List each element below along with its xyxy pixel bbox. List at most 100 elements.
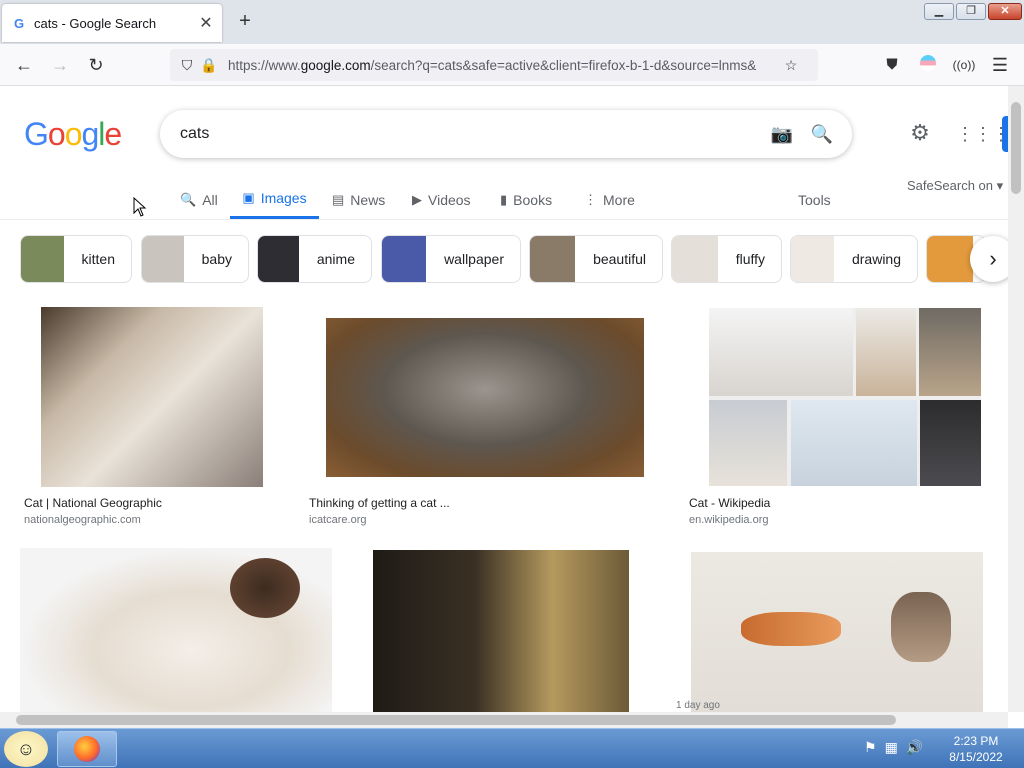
result-image[interactable] — [373, 550, 629, 712]
search-input[interactable]: cats — [180, 125, 762, 143]
url-path: /search?q=cats&safe=active&client=firefo… — [370, 57, 757, 73]
camera-icon[interactable]: 📷 — [762, 124, 802, 145]
action-center-flag-icon[interactable]: ⚑ — [864, 739, 877, 756]
result-image[interactable] — [326, 318, 644, 477]
result-image[interactable] — [20, 548, 332, 712]
apps-grid-icon[interactable]: ⋮⋮⋮ — [956, 120, 1008, 148]
firefox-window: G cats - Google Search ✕ + ▁ ❐ ✕ ← → ↻ ⛉… — [0, 0, 1024, 728]
tab-more[interactable]: ⋮ More — [584, 180, 635, 219]
image-result[interactable]: Cat | National Geographic nationalgeogra… — [20, 306, 286, 528]
image-result[interactable]: Cat - Wikipedia en.wikipedia.org — [685, 306, 1005, 528]
chip-beautiful[interactable]: beautiful — [529, 235, 663, 283]
logo-letter: e — [104, 116, 122, 152]
chip-label: baby — [201, 251, 232, 267]
safesearch-toggle[interactable]: SafeSearch on ▾ — [907, 178, 1003, 194]
image-result[interactable]: 1 day ago — [670, 548, 1004, 712]
chip-drawing[interactable]: drawing — [790, 235, 918, 283]
tab-label: More — [603, 191, 635, 208]
firefox-icon — [74, 736, 100, 762]
pocket-icon[interactable]: ⛊ — [880, 53, 904, 77]
result-source[interactable]: nationalgeographic.com — [24, 514, 141, 526]
tab-label: News — [350, 191, 386, 208]
result-title[interactable]: Thinking of getting a cat ... — [309, 496, 450, 510]
clock-date: 8/15/2022 — [949, 750, 1003, 764]
clock[interactable]: 2:23 PM 8/15/2022 — [936, 733, 1016, 765]
google-logo[interactable]: Google — [24, 116, 122, 153]
menu-icon[interactable]: ☰ — [988, 53, 1012, 77]
mouse-cursor-icon — [133, 197, 147, 217]
chip-kitten[interactable]: kitten — [20, 235, 132, 283]
horizontal-scrollbar[interactable] — [0, 712, 1008, 728]
chip-anime[interactable]: anime — [257, 235, 372, 283]
network-icon[interactable]: ▦ — [885, 739, 898, 756]
news-icon: ▤ — [332, 191, 345, 207]
browser-tab[interactable]: G cats - Google Search ✕ — [2, 4, 222, 42]
bookmark-star-icon[interactable]: ☆ — [780, 57, 802, 74]
url-text[interactable]: https://www.google.com/search?q=cats&saf… — [228, 58, 780, 73]
close-window-button[interactable]: ✕ — [988, 3, 1022, 20]
back-button[interactable]: ← — [12, 53, 36, 77]
tab-videos[interactable]: ▶ Videos — [412, 180, 471, 219]
shield-icon[interactable]: ⛉ — [176, 57, 198, 74]
chip-thumbnail — [382, 236, 427, 282]
address-bar[interactable]: ⛉ 🔒 https://www.google.com/search?q=cats… — [170, 49, 818, 81]
result-source[interactable]: icatcare.org — [309, 514, 366, 526]
extension-2-icon[interactable]: ((o)) — [952, 53, 976, 77]
search-icon[interactable]: 🔍 — [802, 124, 842, 145]
image-result[interactable] — [352, 548, 650, 712]
book-icon: ▮ — [500, 191, 508, 207]
chip-thumbnail — [672, 236, 718, 282]
chip-thumbnail — [530, 236, 576, 282]
vertical-scroll-thumb[interactable] — [1011, 102, 1021, 194]
forward-button[interactable]: → — [48, 53, 72, 77]
start-button[interactable]: ☺ — [4, 731, 48, 767]
safesearch-label: SafeSearch on — [907, 178, 994, 193]
chip-baby[interactable]: baby — [141, 235, 249, 283]
reload-button[interactable]: ↻ — [84, 53, 108, 77]
result-image[interactable] — [41, 307, 263, 487]
google-favicon-icon: G — [13, 15, 25, 31]
more-icon: ⋮ — [584, 191, 597, 207]
search-box[interactable]: cats 📷 🔍 — [160, 110, 852, 158]
result-title[interactable]: Cat | National Geographic — [24, 496, 162, 510]
tab-all[interactable]: 🔍 All — [180, 180, 218, 219]
result-source[interactable]: en.wikipedia.org — [689, 514, 769, 526]
video-icon: ▶ — [412, 191, 422, 207]
result-title[interactable]: Cat - Wikipedia — [689, 496, 770, 510]
tab-images[interactable]: ▣ Images — [230, 180, 319, 219]
settings-gear-icon[interactable]: ⚙ — [906, 120, 934, 148]
url-prefix: https://www. — [228, 57, 301, 73]
result-image[interactable] — [709, 308, 981, 486]
chevron-right-icon: › — [989, 246, 997, 271]
chip-wallpaper[interactable]: wallpaper — [381, 235, 521, 283]
chip-label: anime — [316, 251, 355, 267]
lock-icon[interactable]: 🔒 — [198, 57, 220, 74]
restore-button[interactable]: ❐ — [956, 3, 986, 20]
horizontal-scroll-thumb[interactable] — [16, 715, 896, 725]
chip-fluffy[interactable]: fluffy — [671, 235, 782, 283]
close-tab-icon[interactable]: ✕ — [196, 13, 216, 33]
volume-icon[interactable]: 🔊 — [906, 739, 923, 756]
new-tab-button[interactable]: + — [234, 10, 256, 32]
tools-label: Tools — [798, 191, 831, 208]
tab-label: Images — [260, 190, 307, 206]
taskbar-firefox-button[interactable] — [57, 731, 117, 767]
search-tabs: Tools 🔍 All ▣ Images ▤ News ▶ Videos ▮ Books ⋮ More — [0, 180, 1008, 220]
vertical-scrollbar[interactable] — [1008, 86, 1024, 712]
extension-icon[interactable] — [916, 53, 940, 77]
minimize-button[interactable]: ▁ — [924, 3, 954, 20]
chip-thumbnail — [791, 236, 834, 282]
image-result[interactable]: Thinking of getting a cat ... icatcare.o… — [305, 306, 665, 528]
chip-thumbnail — [258, 236, 299, 282]
chip-label: wallpaper — [444, 251, 504, 267]
tools-button[interactable]: Tools — [798, 180, 831, 219]
chip-thumbnail — [142, 236, 184, 282]
navigation-toolbar: ← → ↻ ⛉ 🔒 https://www.google.com/search?… — [0, 44, 1024, 86]
image-result[interactable] — [20, 548, 332, 712]
result-image[interactable] — [691, 552, 983, 712]
start-orb-icon: ☺ — [16, 739, 36, 759]
tab-books[interactable]: ▮ Books — [500, 180, 552, 219]
tab-news[interactable]: ▤ News — [332, 180, 385, 219]
chips-next-button[interactable]: › — [970, 236, 1008, 282]
logo-letter: o — [47, 116, 66, 152]
